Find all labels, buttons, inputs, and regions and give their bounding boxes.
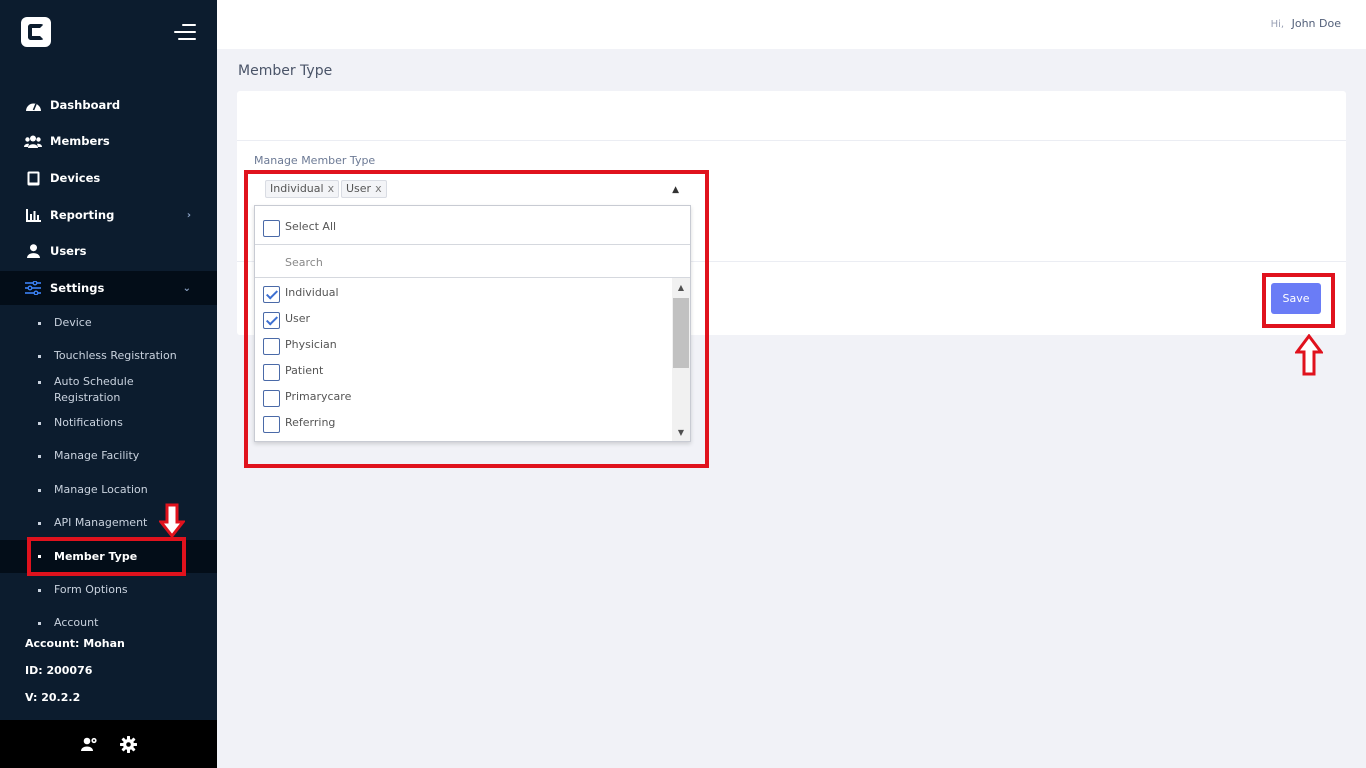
nav-members-label: Members — [50, 134, 110, 148]
option-checkbox[interactable] — [263, 286, 280, 303]
scroll-down-arrow-icon[interactable]: ▼ — [672, 423, 690, 441]
page-title: Member Type — [238, 63, 333, 79]
chart-icon — [24, 207, 42, 223]
option-checkbox[interactable] — [263, 364, 280, 381]
option-checkbox[interactable] — [263, 416, 280, 433]
tablet-icon — [24, 170, 42, 186]
select-all-option[interactable]: Select All — [255, 206, 690, 245]
settings-sub-account[interactable]: Account — [0, 615, 217, 631]
chevron-right-icon: › — [186, 209, 191, 221]
option-primarycare[interactable]: Primarycare — [255, 384, 672, 410]
user-icon — [24, 243, 42, 259]
option-label: Individual — [285, 286, 339, 299]
chevron-down-icon: ⌄ — [182, 282, 191, 294]
settings-sub-device[interactable]: Device — [0, 315, 217, 331]
settings-sub-form-options[interactable]: Form Options — [0, 582, 217, 598]
option-patient[interactable]: Patient — [255, 358, 672, 384]
user-greeting[interactable]: Hi, John Doe — [1271, 17, 1341, 30]
members-icon — [24, 133, 42, 149]
settings-sub-manage-location[interactable]: Manage Location — [0, 482, 217, 498]
settings-sub-member-type[interactable]: Member Type — [0, 540, 217, 573]
selected-chip-user: User x — [341, 180, 387, 198]
chip-label: User — [346, 182, 372, 195]
nav-dashboard[interactable]: Dashboard — [0, 88, 217, 122]
top-header: Hi, John Doe — [217, 0, 1366, 49]
settings-sub-touchless-registration[interactable]: Touchless Registration — [0, 348, 217, 364]
option-label: Referring — [285, 416, 336, 429]
nav-reporting-label: Reporting — [50, 208, 115, 222]
user-name: John Doe — [1291, 17, 1341, 30]
option-checkbox[interactable] — [263, 390, 280, 407]
nav-users[interactable]: Users — [0, 234, 217, 268]
manage-member-type-label: Manage Member Type — [254, 154, 376, 167]
caret-up-icon[interactable]: ▲ — [672, 185, 679, 195]
option-label: Patient — [285, 364, 324, 377]
chip-remove-button[interactable]: x — [375, 182, 382, 195]
scroll-up-arrow-icon[interactable]: ▲ — [672, 278, 690, 296]
member-type-multiselect[interactable]: Individual x User x ▲ — [254, 177, 691, 203]
save-button[interactable]: Save — [1271, 283, 1321, 314]
option-checkbox[interactable] — [263, 338, 280, 355]
option-label: Primarycare — [285, 390, 352, 403]
option-partial[interactable] — [255, 436, 672, 441]
chip-label: Individual — [270, 182, 324, 195]
settings-sub-notifications[interactable]: Notifications — [0, 415, 217, 431]
option-referring[interactable]: Referring — [255, 410, 672, 436]
dropdown-search — [255, 245, 690, 278]
dashboard-icon — [24, 97, 42, 113]
search-input[interactable] — [285, 253, 665, 271]
nav-dashboard-label: Dashboard — [50, 98, 121, 112]
select-all-label: Select All — [285, 220, 337, 233]
option-user[interactable]: User — [255, 306, 672, 332]
nav-devices-label: Devices — [50, 171, 101, 185]
gear-icon[interactable] — [119, 735, 137, 753]
sliders-icon — [24, 280, 42, 296]
member-type-dropdown: Select All Individual User Physician Pat… — [254, 205, 691, 442]
scroll-thumb[interactable] — [673, 298, 689, 368]
chip-remove-button[interactable]: x — [328, 182, 335, 195]
menu-toggle-icon[interactable] — [174, 24, 196, 40]
options-list: Individual User Physician Patient Primar… — [255, 278, 672, 441]
greeting-hi: Hi, — [1270, 19, 1285, 30]
nav-reporting[interactable]: Reporting › — [0, 198, 217, 232]
settings-sub-manage-facility[interactable]: Manage Facility — [0, 448, 217, 464]
account-name: Account: Mohan — [25, 637, 125, 650]
option-label: User — [285, 312, 311, 325]
nav-users-label: Users — [50, 244, 87, 258]
sidebar: Dashboard Members Devices Reporting › Us… — [0, 0, 217, 768]
dropdown-scrollbar[interactable]: ▲ ▼ — [672, 278, 690, 441]
card-divider — [237, 140, 1346, 141]
app-version: V: 20.2.2 — [25, 691, 81, 704]
selected-chip-individual: Individual x — [265, 180, 340, 198]
user-settings-icon[interactable] — [80, 737, 98, 751]
option-checkbox[interactable] — [263, 312, 280, 329]
nav-devices[interactable]: Devices — [0, 161, 217, 195]
settings-sub-auto-schedule-registration[interactable]: Auto Schedule Registration — [0, 374, 160, 406]
option-physician[interactable]: Physician — [255, 332, 672, 358]
nav-members[interactable]: Members — [0, 124, 217, 158]
nav-settings[interactable]: Settings ⌄ — [0, 271, 217, 305]
nav-settings-label: Settings — [50, 281, 105, 295]
option-label: Physician — [285, 338, 337, 351]
account-id: ID: 200076 — [25, 664, 93, 677]
select-all-checkbox[interactable] — [263, 220, 280, 237]
app-logo[interactable] — [21, 17, 51, 47]
sidebar-footer — [0, 720, 217, 768]
option-individual[interactable]: Individual — [255, 280, 672, 306]
